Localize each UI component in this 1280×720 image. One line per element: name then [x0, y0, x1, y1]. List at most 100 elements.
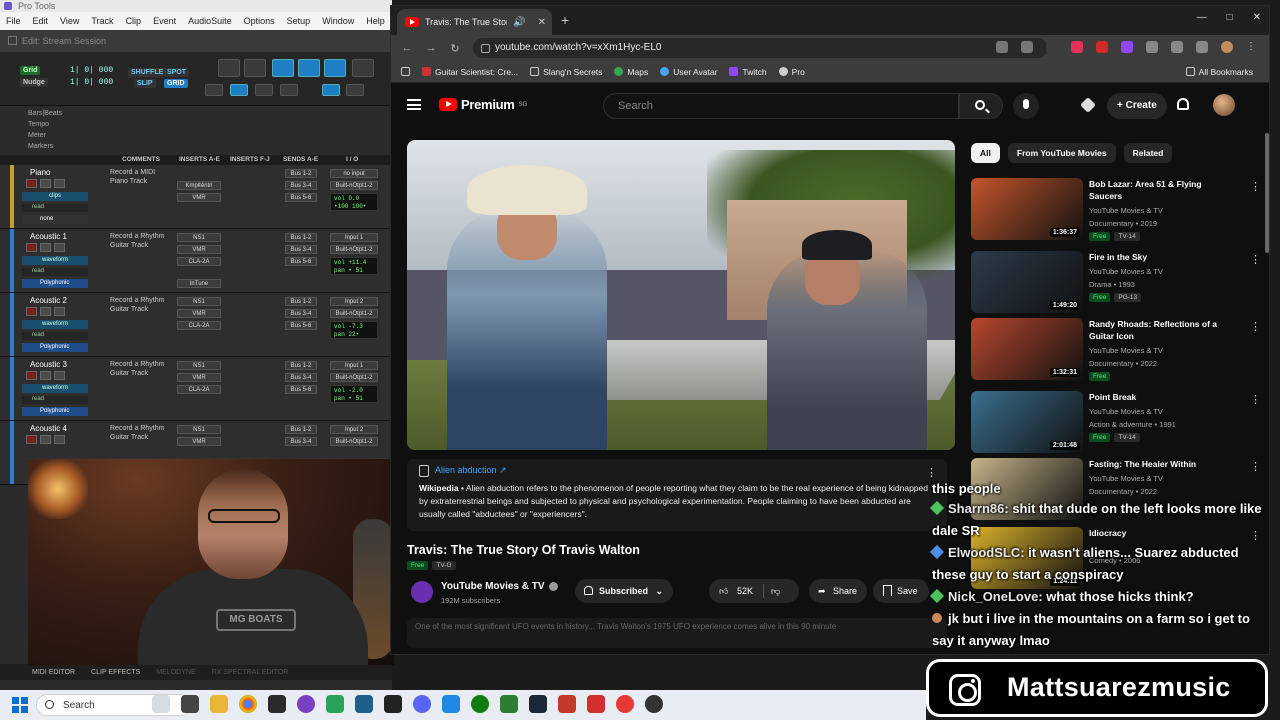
steam-icon[interactable]: [529, 695, 547, 713]
track-extra[interactable]: none: [22, 215, 88, 224]
more-options-icon[interactable]: ⋮: [1250, 180, 1261, 193]
close-icon[interactable]: ✕: [1253, 12, 1261, 23]
output-selector[interactable]: Built-nOtpt1-2: [330, 437, 378, 446]
track-name[interactable]: Acoustic 2: [30, 296, 67, 305]
recommendation-item[interactable]: 2:01:48 Point Break YouTube Movies & TV Act…: [971, 389, 1261, 455]
more-options-icon[interactable]: ⋮: [1250, 460, 1261, 473]
dislike-thumb-icon[interactable]: 👎︎: [771, 579, 780, 603]
info-panel-header[interactable]: Alien abduction ↗: [419, 464, 507, 477]
menu-help[interactable]: Help: [366, 16, 385, 26]
mute-button[interactable]: [54, 435, 65, 444]
output-selector[interactable]: Built-nOtpt1-2: [330, 309, 378, 318]
insert-slot[interactable]: VMR: [177, 309, 221, 318]
track-view-selector[interactable]: waveform: [22, 256, 88, 265]
menu-setup[interactable]: Setup: [287, 16, 311, 26]
track-acoustic-1[interactable]: Acoustic 1 Record a Rhythm Guitar Track …: [0, 229, 392, 293]
file-explorer-icon[interactable]: [210, 695, 228, 713]
recommendation-title[interactable]: Fasting: The Healer Within: [1089, 458, 1234, 470]
record-button[interactable]: [26, 179, 37, 188]
elastic-audio-mode[interactable]: Polyphonic: [22, 407, 88, 416]
more-options-icon[interactable]: ⋮: [1250, 529, 1261, 542]
notifications-bell-icon[interactable]: [1177, 98, 1189, 110]
minimize-icon[interactable]: —: [1197, 12, 1207, 23]
shuffle-mode-button[interactable]: SHUFFLE: [128, 68, 167, 77]
send-slot[interactable]: Bus 3-4: [285, 309, 317, 318]
ruler-bars-beats[interactable]: Bars|Beats: [6, 108, 386, 119]
app-icon-record[interactable]: [616, 695, 634, 713]
download-icon[interactable]: [1196, 41, 1208, 53]
bookmark-guitar-scientist[interactable]: Guitar Scientist: Cre...: [422, 67, 518, 77]
recommendation-thumbnail[interactable]: 1:49:20: [971, 251, 1083, 313]
send-slot[interactable]: Bus 5-6: [285, 193, 317, 202]
bookmark-twitch[interactable]: Twitch: [729, 67, 767, 77]
insert-slot[interactable]: CLA-2A: [177, 257, 221, 266]
automation-mode[interactable]: read: [22, 268, 88, 276]
mute-button[interactable]: [54, 371, 65, 380]
elastic-audio-mode[interactable]: Polyphonic: [22, 343, 88, 352]
menu-options[interactable]: Options: [244, 16, 275, 26]
profile-avatar[interactable]: [1221, 41, 1233, 53]
minecraft-icon[interactable]: [500, 695, 518, 713]
output-selector[interactable]: Built-nOtpt1-2: [330, 373, 378, 382]
record-button[interactable]: [26, 435, 37, 444]
bookmark-user-avatar[interactable]: User Avatar: [660, 67, 717, 77]
insert-slot[interactable]: NS1: [177, 233, 221, 242]
insert-slot[interactable]: Kmplténtrl: [177, 181, 221, 190]
description-box[interactable]: One of the most significant UFO events i…: [407, 618, 947, 648]
tab-midi-editor[interactable]: MIDI EDITOR: [32, 669, 75, 676]
share-button[interactable]: ➦ Share: [809, 579, 867, 603]
send-slot[interactable]: Bus 5-6: [285, 257, 317, 266]
insert-slot[interactable]: InTune: [177, 279, 221, 288]
automation-mode[interactable]: read: [22, 332, 88, 340]
record-button[interactable]: [26, 243, 37, 252]
search-input[interactable]: Search: [603, 93, 959, 119]
track-comment[interactable]: Record a Rhythm Guitar Track: [110, 232, 172, 250]
tab-rx-spectral-editor[interactable]: RX SPECTRAL EDITOR: [212, 669, 289, 676]
send-slot[interactable]: Bus 1-2: [285, 425, 317, 434]
chrome-icon[interactable]: [239, 695, 257, 713]
track-view-selector[interactable]: clips: [22, 192, 88, 201]
star-icon[interactable]: [1021, 41, 1033, 53]
mirror-midi-icon[interactable]: [280, 84, 298, 96]
site-info-icon[interactable]: [481, 44, 490, 53]
menu-clip[interactable]: Clip: [126, 16, 142, 26]
vol-pan-readout[interactable]: vol +11.4 pan • 51: [330, 257, 378, 275]
sidepanel-icon[interactable]: [1171, 41, 1183, 53]
input-selector[interactable]: Input 1: [330, 233, 378, 242]
track-piano[interactable]: Piano Record a MIDI Piano Track clips re…: [0, 165, 392, 229]
insert-slot[interactable]: CLA-2A: [177, 321, 221, 330]
insert-slot[interactable]: VMR: [177, 373, 221, 382]
sparkle-icon[interactable]: [1080, 97, 1096, 113]
track-comment[interactable]: Record a Rhythm Guitar Track: [110, 360, 172, 378]
tab-clip-effects[interactable]: CLIP EFFECTS: [91, 669, 140, 676]
chip-all[interactable]: All: [971, 143, 1000, 163]
voice-search-mic-icon[interactable]: [1013, 93, 1039, 119]
discord-icon[interactable]: [413, 695, 431, 713]
forward-icon[interactable]: →: [425, 42, 437, 54]
send-slot[interactable]: Bus 5-6: [285, 321, 317, 330]
track-view-selector[interactable]: waveform: [22, 320, 88, 329]
maximize-icon[interactable]: □: [1227, 12, 1233, 23]
tab-to-transient-icon[interactable]: [205, 84, 223, 96]
nudge-value[interactable]: 1| 0| 000: [70, 78, 113, 87]
chip-related[interactable]: Related: [1123, 143, 1173, 163]
search-icon[interactable]: [244, 59, 266, 77]
extensions-puzzle-icon[interactable]: [1146, 41, 1158, 53]
browser-tab[interactable]: Travis: The True Story Of Tra 🔊 ✕: [397, 9, 552, 35]
recommendation-item[interactable]: 1:32:31 Randy Rhoads: Reflections of a Gu…: [971, 316, 1261, 382]
send-slot[interactable]: Bus 3-4: [285, 373, 317, 382]
reload-icon[interactable]: ↻: [449, 42, 461, 55]
insert-slot[interactable]: VMR: [177, 193, 221, 202]
recommendation-thumbnail[interactable]: 1:32:31: [971, 318, 1083, 380]
elastic-audio-mode[interactable]: Polyphonic: [22, 279, 88, 288]
track-name[interactable]: Acoustic 4: [30, 424, 67, 433]
record-button[interactable]: [26, 307, 37, 316]
solo-button[interactable]: [40, 307, 51, 316]
insert-slot[interactable]: NS1: [177, 425, 221, 434]
subscribed-button[interactable]: Subscribed ⌄: [575, 579, 673, 603]
obs-icon[interactable]: [645, 695, 663, 713]
like-count[interactable]: 52K: [737, 579, 753, 603]
nudge-mode-button[interactable]: Nudge: [20, 78, 48, 87]
grid-mode-button[interactable]: Grid: [20, 66, 41, 75]
automation-mode[interactable]: read: [22, 204, 88, 212]
